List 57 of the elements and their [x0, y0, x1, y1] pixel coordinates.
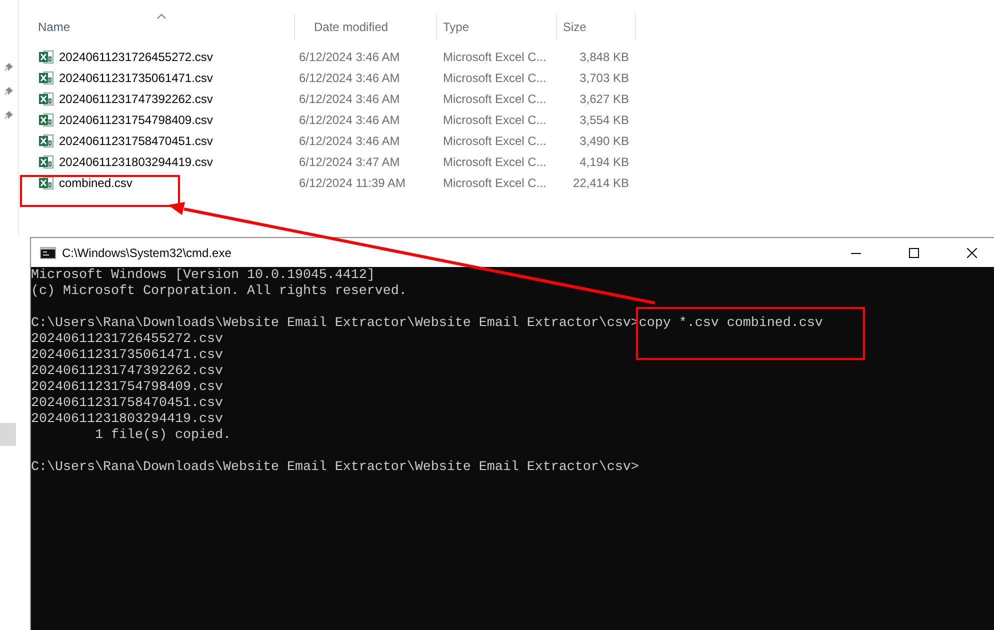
date-modified: 6/12/2024 3:46 AM [298, 112, 401, 126]
spreadsheet-file-icon [38, 70, 54, 86]
window-title: C:\Windows\System32\cmd.exe [62, 246, 232, 260]
file-name[interactable]: combined.csv [59, 176, 132, 190]
pin-icon[interactable] [4, 62, 14, 72]
close-icon [967, 248, 977, 258]
file-size: 3,703 KB [578, 70, 630, 84]
column-header[interactable]: Type [437, 14, 557, 40]
file-size: 3,554 KB [578, 112, 630, 126]
date-modified: 6/12/2024 11:39 AM [298, 176, 407, 190]
file-type: Microsoft Excel C... [442, 70, 548, 84]
file-name[interactable]: 20240611231735061471.csv [59, 70, 213, 84]
console-output: 20240611231758470451.csv [31, 396, 223, 411]
file-size: 3,490 KB [578, 134, 630, 148]
console-output: (c) Microsoft Corporation. All rights reserved. [31, 284, 407, 299]
date-modified: 6/12/2024 3:46 AM [298, 92, 401, 106]
date-modified: 6/12/2024 3:46 AM [298, 70, 401, 84]
console-output: 20240611231803294419.csv [31, 412, 223, 427]
pin-icon[interactable] [4, 86, 14, 96]
console-output: 20240611231735061471.csv [31, 348, 223, 363]
spreadsheet-file-icon [38, 174, 54, 190]
spreadsheet-file-icon [38, 48, 54, 64]
command-prompt: C:\Users\Rana\Downloads\Website Email Extractor\Website Email Extractor\csv> [31, 460, 639, 475]
file-type: Microsoft Excel C... [442, 134, 548, 148]
file-type: Microsoft Excel C... [442, 176, 548, 190]
file-type: Microsoft Excel C... [442, 92, 548, 106]
file-name[interactable]: 20240611231803294419.csv [59, 154, 213, 168]
file-name[interactable]: 20240611231726455272.csv [59, 50, 213, 64]
file-name[interactable]: 20240611231747392262.csv [59, 92, 213, 106]
date-modified: 6/12/2024 3:46 AM [298, 50, 401, 64]
maximize-icon [909, 248, 919, 258]
spreadsheet-file-icon [38, 132, 54, 148]
column-header[interactable]: Date modified [295, 14, 437, 40]
spreadsheet-file-icon [38, 112, 54, 128]
terminal-icon [40, 246, 56, 258]
spreadsheet-file-icon [38, 154, 54, 170]
file-type: Microsoft Excel C... [442, 50, 548, 64]
file-size: 4,194 KB [578, 154, 630, 168]
spreadsheet-file-icon [38, 90, 54, 106]
typed-command: copy *.csv combined.csv [636, 307, 865, 360]
pin-icon[interactable] [4, 110, 14, 120]
file-size: 3,848 KB [578, 50, 630, 64]
column-header[interactable]: Name [19, 14, 295, 40]
console-output: Microsoft Windows [Version 10.0.19045.4412] [31, 268, 375, 283]
file-type: Microsoft Excel C... [442, 154, 548, 168]
console-output: 20240611231754798409.csv [31, 380, 223, 395]
file-size: 3,627 KB [578, 92, 630, 106]
file-name[interactable]: 20240611231754798409.csv [59, 112, 213, 126]
date-modified: 6/12/2024 3:46 AM [298, 134, 401, 148]
file-name[interactable]: 20240611231758470451.csv [59, 134, 213, 148]
file-size: 22,414 KB [572, 176, 630, 190]
console-output: 20240611231726455272.csv [31, 332, 223, 347]
console-output: 1 file(s) copied. [94, 428, 231, 443]
date-modified: 6/12/2024 3:47 AM [298, 154, 401, 168]
file-type: Microsoft Excel C... [442, 112, 548, 126]
column-header[interactable]: Size [557, 14, 636, 40]
console-output: 20240611231747392262.csv [31, 364, 223, 379]
